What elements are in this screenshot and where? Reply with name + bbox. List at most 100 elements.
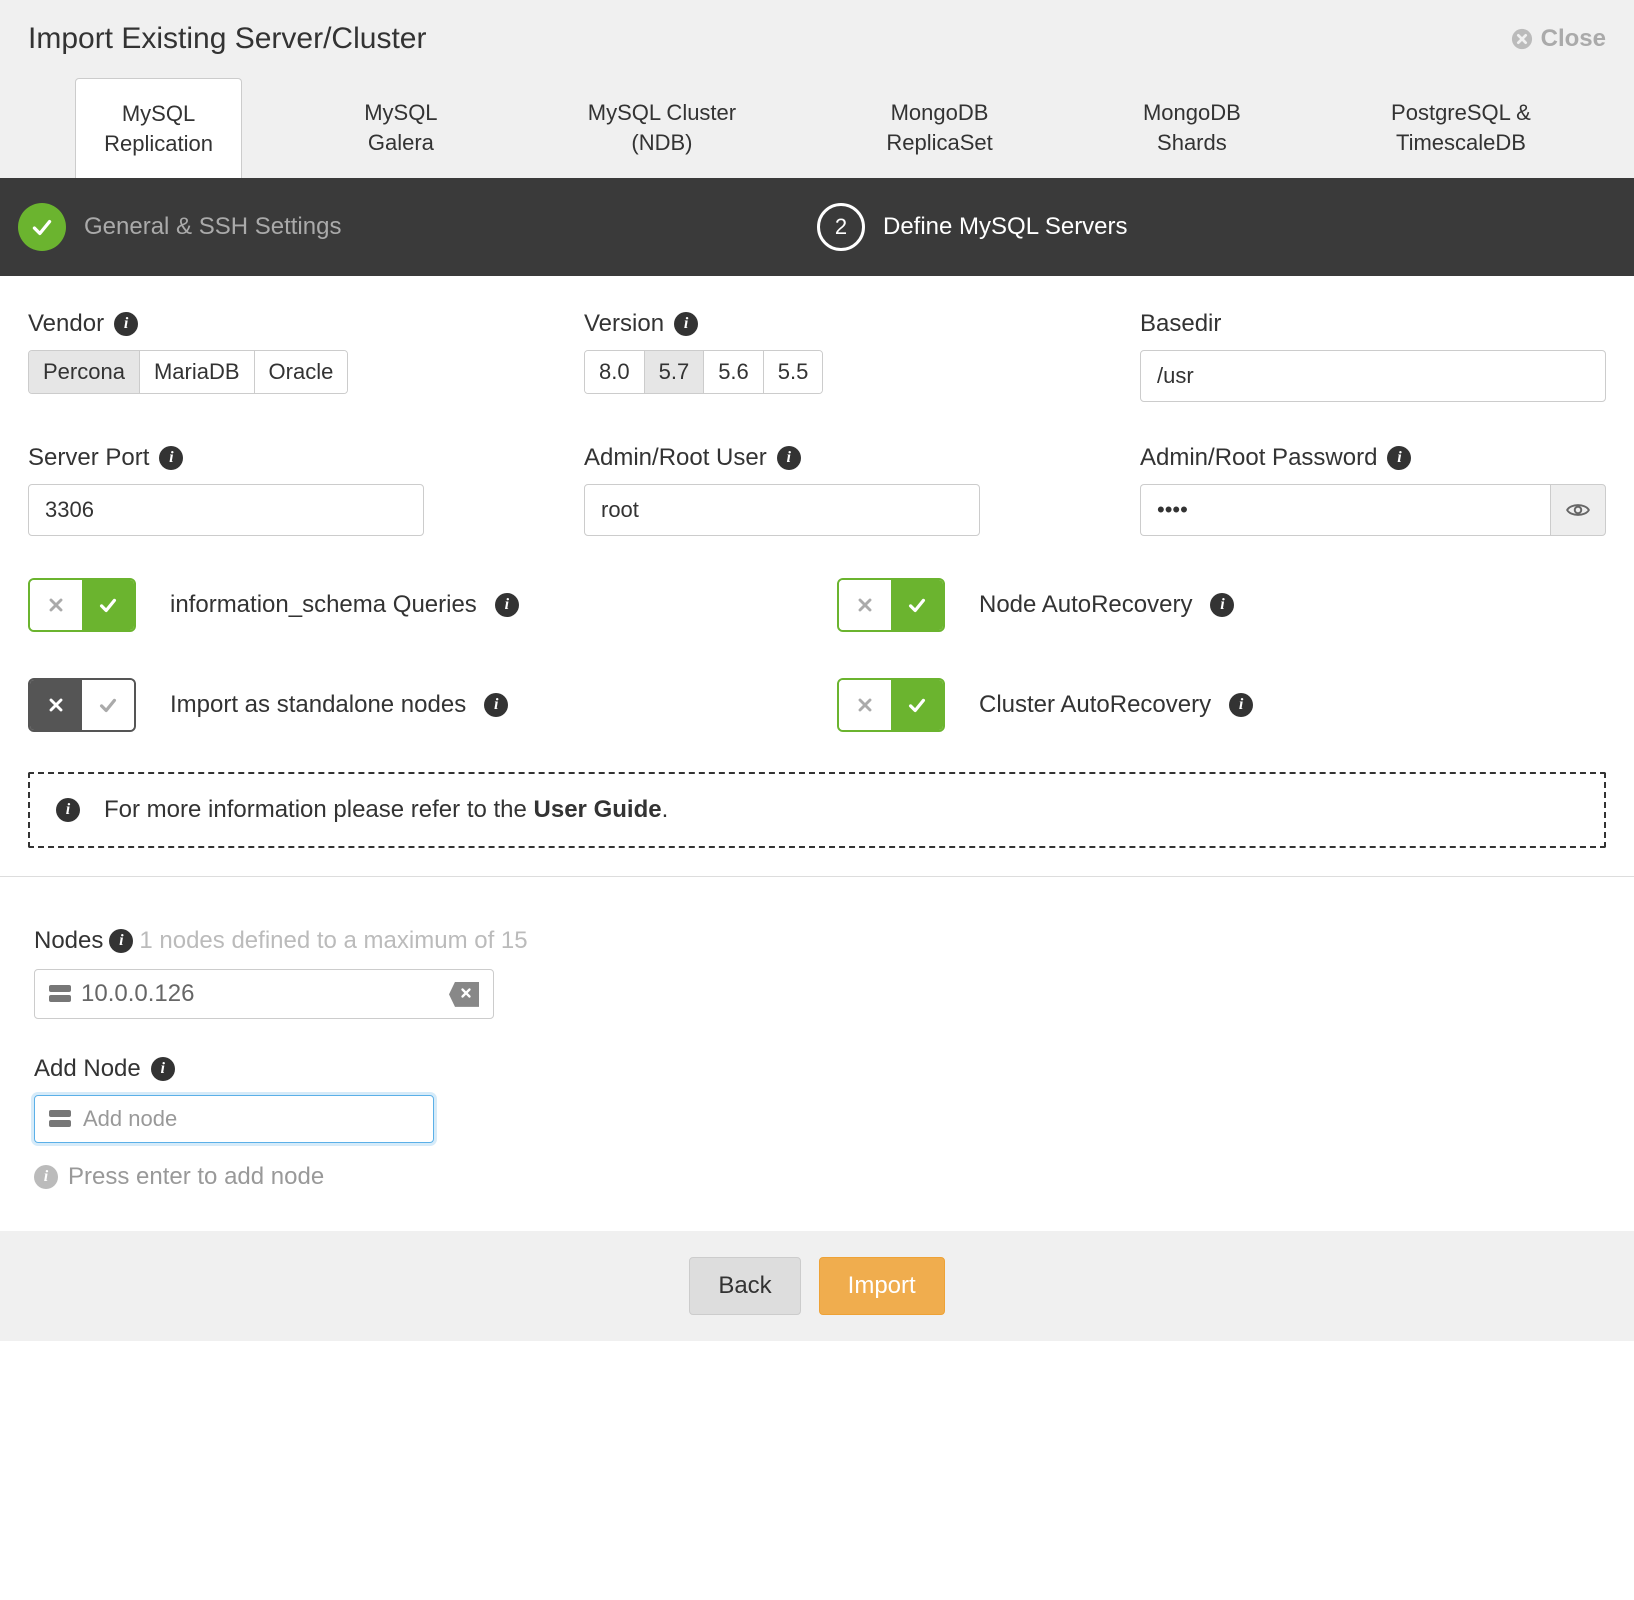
x-icon [30,680,82,730]
version-label: Version [584,310,664,338]
info-icon[interactable]: i [484,693,508,717]
toggle-standalone-row: Import as standalone nodes i [28,678,797,732]
add-node-input-wrap[interactable] [34,1095,434,1143]
delete-node-button[interactable] [449,982,479,1007]
node-chip: 10.0.0.126 [34,969,494,1019]
close-circle-icon [1511,28,1533,50]
back-button[interactable]: Back [689,1257,800,1315]
basedir-input[interactable] [1140,350,1606,402]
import-button[interactable]: Import [819,1257,945,1315]
wizard-step-2-label: Define MySQL Servers [883,213,1128,241]
step-number-icon: 2 [817,203,865,251]
x-icon [30,580,82,630]
toggle-info-schema[interactable] [28,578,136,632]
nodes-label: Nodes [34,927,103,955]
version-option-56[interactable]: 5.6 [704,351,764,393]
close-label: Close [1541,25,1606,53]
vendor-label: Vendor [28,310,104,338]
wizard-steps: General & SSH Settings 2 Define MySQL Se… [0,178,1634,276]
info-icon: i [34,1165,58,1189]
check-icon [891,580,943,630]
toggle-cluster-autorecovery[interactable] [837,678,945,732]
info-icon[interactable]: i [109,929,133,953]
note-prefix: For more information please refer to the [104,796,534,823]
admin-password-label: Admin/Root Password [1140,444,1377,472]
wizard-step-2[interactable]: 2 Define MySQL Servers [817,203,1634,251]
toggle-node-autorecovery-label: Node AutoRecovery [979,591,1192,619]
server-port-input[interactable] [28,484,424,536]
field-admin-password: Admin/Root Password i [1140,444,1606,536]
check-icon [82,580,134,630]
user-guide-note: i For more information please refer to t… [28,772,1606,848]
toggle-node-autorecovery-row: Node AutoRecovery i [837,578,1606,632]
info-icon[interactable]: i [495,593,519,617]
version-selector: 8.0 5.7 5.6 5.5 [584,350,823,394]
add-node-field: Add Node i i Press enter to add node [34,1055,1600,1191]
version-option-80[interactable]: 8.0 [585,351,645,393]
add-node-hint: i Press enter to add node [34,1163,1600,1191]
version-option-57[interactable]: 5.7 [645,351,705,393]
close-button[interactable]: Close [1511,25,1606,53]
wizard-step-1-label: General & SSH Settings [84,213,341,241]
tab-mysql-cluster-ndb[interactable]: MySQL Cluster (NDB) [560,78,764,178]
dialog-header: Import Existing Server/Cluster Close [0,0,1634,78]
server-icon [49,985,71,1003]
admin-user-input[interactable] [584,484,980,536]
x-icon [839,580,891,630]
tab-mongodb-shards[interactable]: MongoDB Shards [1115,78,1269,178]
tab-mysql-replication[interactable]: MySQL Replication [75,78,242,178]
field-version: Version i 8.0 5.7 5.6 5.5 [584,310,1050,402]
note-suffix: . [662,796,669,823]
form-main: Vendor i Percona MariaDB Oracle Version … [0,276,1634,877]
field-admin-user: Admin/Root User i [584,444,1050,536]
cluster-type-tabs: MySQL Replication MySQL Galera MySQL Clu… [0,78,1634,178]
toggle-cluster-autorecovery-row: Cluster AutoRecovery i [837,678,1606,732]
toggle-cluster-autorecovery-label: Cluster AutoRecovery [979,691,1211,719]
x-icon [839,680,891,730]
field-basedir: Basedir [1140,310,1606,402]
admin-user-label: Admin/Root User [584,444,767,472]
info-icon[interactable]: i [674,312,698,336]
vendor-option-oracle[interactable]: Oracle [255,351,348,393]
info-icon[interactable]: i [1210,593,1234,617]
version-option-55[interactable]: 5.5 [764,351,823,393]
info-icon[interactable]: i [1229,693,1253,717]
nodes-section: Nodes i 1 nodes defined to a maximum of … [0,877,1634,1231]
info-icon[interactable]: i [151,1057,175,1081]
vendor-selector: Percona MariaDB Oracle [28,350,348,394]
vendor-option-percona[interactable]: Percona [29,351,140,393]
dialog-title: Import Existing Server/Cluster [28,22,426,56]
vendor-option-mariadb[interactable]: MariaDB [140,351,255,393]
toggle-info-schema-row: information_schema Queries i [28,578,797,632]
server-port-label: Server Port [28,444,149,472]
add-node-label: Add Node [34,1055,141,1083]
server-icon [49,1110,71,1128]
field-vendor: Vendor i Percona MariaDB Oracle [28,310,494,402]
node-ip: 10.0.0.126 [81,980,194,1008]
password-visibility-toggle[interactable] [1550,484,1606,536]
info-icon[interactable]: i [114,312,138,336]
check-icon [82,680,134,730]
info-icon[interactable]: i [1387,446,1411,470]
add-node-input[interactable] [83,1106,419,1132]
tab-mongodb-replicaset[interactable]: MongoDB ReplicaSet [858,78,1020,178]
tab-postgresql-timescaledb[interactable]: PostgreSQL & TimescaleDB [1363,78,1559,178]
note-user-guide-link[interactable]: User Guide [534,796,662,823]
toggle-info-schema-label: information_schema Queries [170,591,477,619]
info-icon[interactable]: i [777,446,801,470]
nodes-hint: 1 nodes defined to a maximum of 15 [139,927,527,955]
eye-icon [1565,497,1591,523]
dialog-footer: Back Import [0,1231,1634,1341]
toggle-standalone[interactable] [28,678,136,732]
toggle-node-autorecovery[interactable] [837,578,945,632]
basedir-label: Basedir [1140,310,1221,338]
tab-mysql-galera[interactable]: MySQL Galera [336,78,465,178]
check-icon [891,680,943,730]
wizard-step-1[interactable]: General & SSH Settings [0,203,817,251]
admin-password-input[interactable] [1140,484,1550,536]
import-dialog: Import Existing Server/Cluster Close MyS… [0,0,1634,1341]
check-icon [18,203,66,251]
info-icon: i [56,798,80,822]
info-icon[interactable]: i [159,446,183,470]
field-server-port: Server Port i [28,444,494,536]
